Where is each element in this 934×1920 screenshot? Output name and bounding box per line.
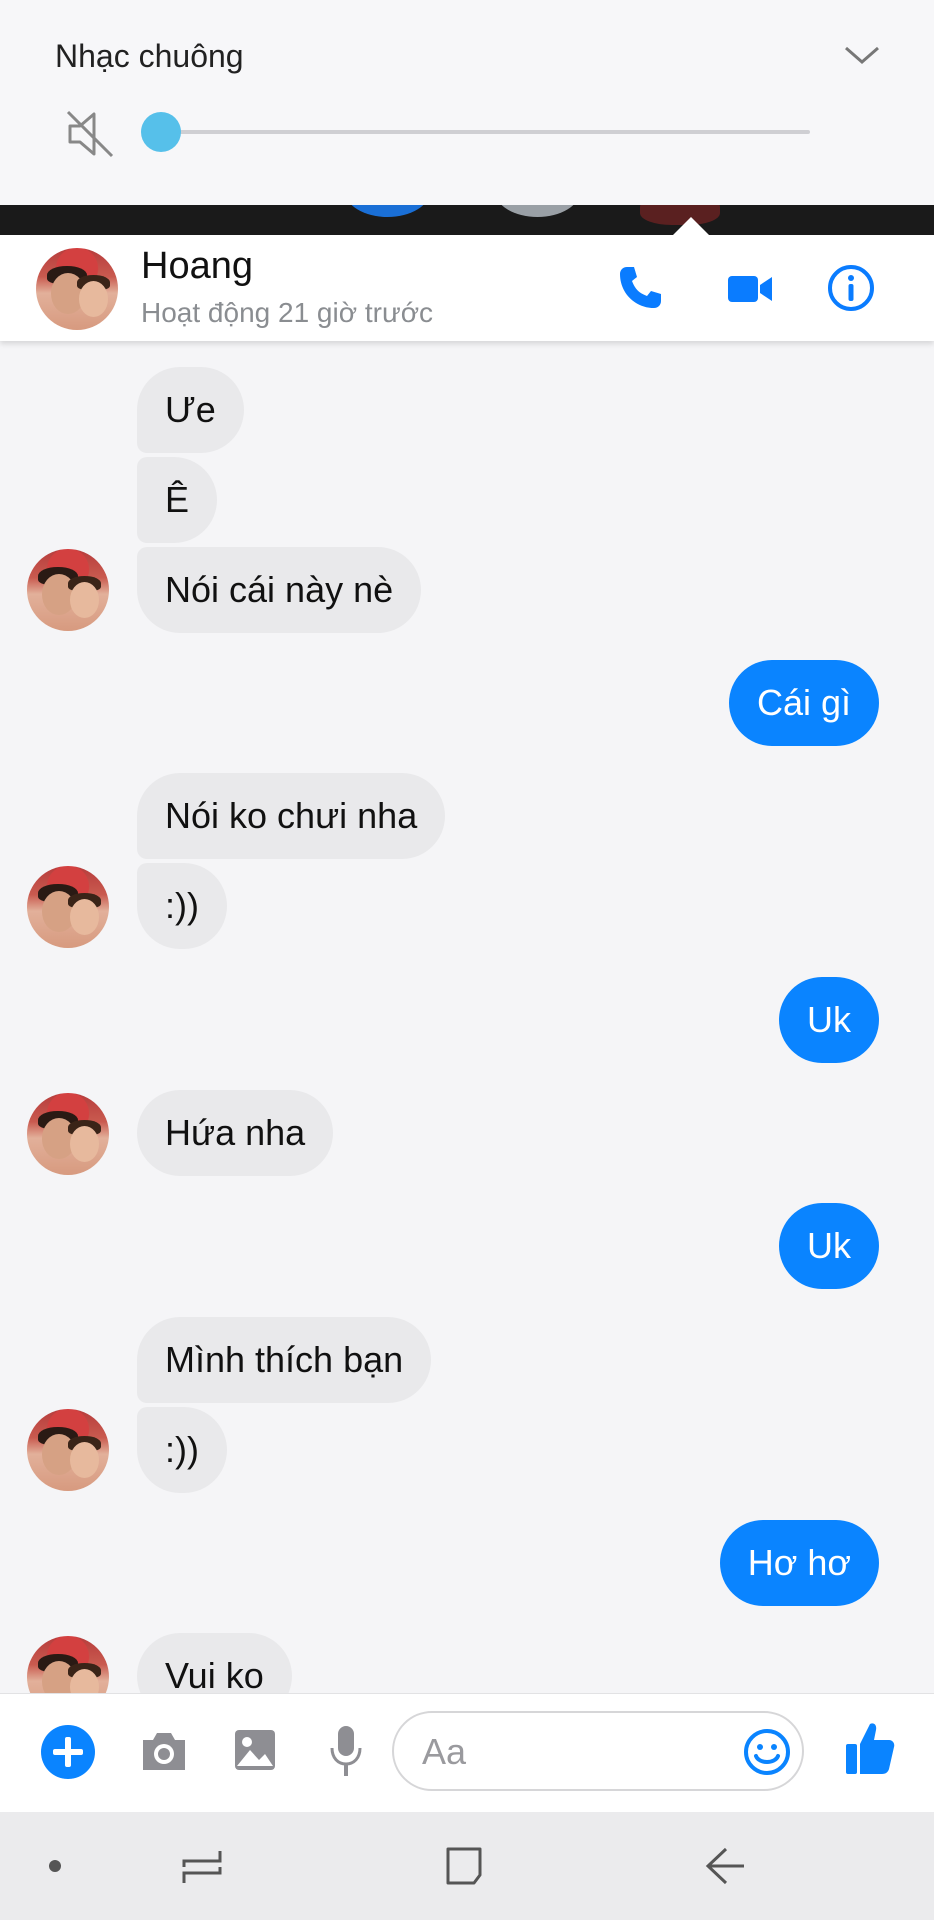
emoji-icon[interactable] [743, 1728, 791, 1776]
message-bubble-incoming[interactable]: :)) [137, 1407, 227, 1493]
contact-status: Hoạt động 21 giờ trước [141, 297, 434, 328]
microphone-icon[interactable] [328, 1724, 364, 1778]
message-bubble-incoming[interactable]: Ê [137, 457, 218, 543]
thumbs-up-icon[interactable] [844, 1720, 896, 1776]
background-call-screen [0, 205, 934, 235]
chevron-down-icon[interactable] [840, 40, 884, 70]
sender-avatar[interactable] [27, 1093, 109, 1175]
volume-panel-title: Nhạc chuông [55, 38, 244, 74]
message-composer [0, 1693, 934, 1812]
nav-dot-icon[interactable] [48, 1859, 62, 1873]
volume-slider-thumb[interactable] [141, 112, 181, 152]
message-bubble-outgoing[interactable]: Uk [779, 977, 879, 1063]
panel-pointer [673, 217, 709, 235]
message-bubble-outgoing[interactable]: Uk [779, 1203, 879, 1289]
system-navigation-bar [0, 1811, 934, 1920]
sender-avatar[interactable] [27, 549, 109, 631]
ringtone-volume-panel: Nhạc chuông [0, 0, 934, 205]
message-input-box[interactable] [392, 1711, 804, 1791]
message-bubble-outgoing[interactable]: Cái gì [728, 660, 879, 746]
image-icon[interactable] [233, 1728, 277, 1772]
camera-icon[interactable] [139, 1728, 189, 1774]
contact-avatar[interactable] [36, 248, 118, 330]
plus-icon[interactable] [40, 1724, 96, 1780]
conversation-header: Hoang Hoạt động 21 giờ trước [0, 233, 934, 341]
message-bubble-incoming[interactable]: :)) [137, 863, 227, 949]
message-bubble-incoming[interactable]: Nói ko chưi nha [137, 773, 446, 859]
message-bubble-incoming[interactable]: Mình thích bạn [137, 1317, 432, 1403]
phone-icon[interactable] [615, 263, 665, 313]
sender-avatar[interactable] [27, 1409, 109, 1491]
info-icon[interactable] [826, 263, 876, 313]
message-bubble-incoming[interactable]: Nói cái này nè [137, 547, 422, 633]
message-input[interactable] [420, 1725, 714, 1779]
message-bubble-incoming[interactable]: Ưe [137, 367, 244, 453]
contact-name[interactable]: Hoang [141, 245, 253, 288]
message-bubble-outgoing[interactable]: Hơ hơ [719, 1520, 879, 1606]
back-icon[interactable] [704, 1845, 748, 1887]
home-icon[interactable] [444, 1845, 484, 1887]
speaker-muted-icon[interactable] [64, 108, 116, 160]
message-bubble-incoming[interactable]: Hứa nha [137, 1090, 334, 1176]
recent-apps-icon[interactable] [180, 1847, 224, 1887]
sender-avatar[interactable] [27, 866, 109, 948]
video-camera-icon[interactable] [725, 263, 775, 313]
volume-slider-track[interactable] [160, 130, 810, 134]
